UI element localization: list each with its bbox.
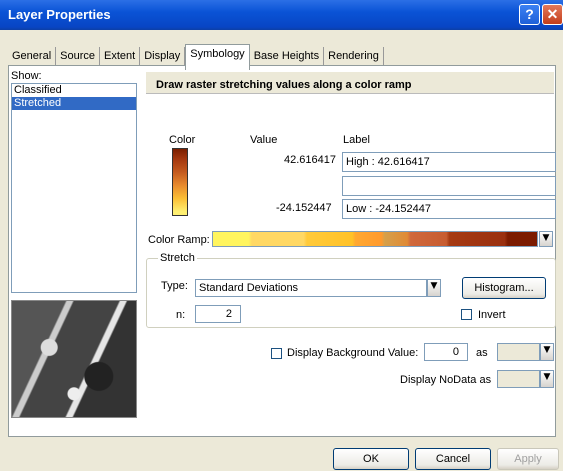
stretch-type-select[interactable]: Standard Deviations: [195, 279, 427, 297]
low-value: -24.152447: [276, 202, 332, 214]
histogram-button[interactable]: Histogram...: [462, 277, 546, 299]
background-color-select[interactable]: [497, 343, 540, 361]
apply-button: Apply: [497, 448, 559, 470]
chevron-down-icon: ▼: [543, 345, 551, 355]
value-column-header: Value: [250, 134, 278, 146]
chevron-down-icon: ▼: [543, 372, 551, 382]
stretch-type-dropdown-button[interactable]: ▼: [427, 279, 441, 297]
nodata-color-dropdown-button[interactable]: ▼: [540, 370, 554, 388]
show-label: Show:: [11, 70, 42, 82]
background-value-input[interactable]: 0: [424, 343, 468, 361]
help-button[interactable]: ?: [519, 4, 540, 25]
nodata-label: Display NoData as: [400, 374, 492, 386]
list-item-classified[interactable]: Classified: [12, 84, 136, 97]
window-title: Layer Properties: [8, 7, 111, 22]
background-value-checkbox[interactable]: [271, 348, 282, 359]
color-ramp-label: Color Ramp:: [148, 234, 210, 246]
tab-strip: General Source Extent Display Symbology …: [8, 44, 384, 70]
low-label-field[interactable]: Low : -24.152447: [342, 199, 556, 219]
ok-button[interactable]: OK: [333, 448, 409, 470]
stretch-group-label: Stretch: [158, 252, 197, 264]
raster-preview-image: [11, 300, 137, 418]
label-column-header: Label: [343, 134, 370, 146]
chevron-down-icon: ▼: [542, 233, 550, 243]
close-button[interactable]: ✕: [542, 4, 563, 25]
color-ramp-select[interactable]: [212, 231, 538, 247]
tab-symbology[interactable]: Symbology: [185, 44, 250, 70]
chevron-down-icon: ▼: [430, 281, 438, 291]
n-input[interactable]: 2: [195, 305, 241, 323]
background-color-dropdown-button[interactable]: ▼: [540, 343, 554, 361]
background-as-label: as: [476, 347, 488, 359]
invert-checkbox[interactable]: [461, 309, 472, 320]
high-label-field[interactable]: High : 42.616417: [342, 152, 556, 172]
color-ramp-dropdown-button[interactable]: ▼: [539, 231, 553, 247]
nodata-color-select[interactable]: [497, 370, 540, 388]
high-value: 42.616417: [284, 154, 336, 166]
close-icon: ✕: [546, 6, 559, 22]
middle-label-field[interactable]: [342, 176, 556, 196]
n-label: n:: [176, 309, 186, 321]
color-column-header: Color: [169, 134, 196, 146]
background-value-label: Display Background Value:: [287, 347, 419, 359]
description-text: Draw raster stretching values along a co…: [156, 79, 412, 91]
color-swatch[interactable]: [172, 148, 188, 216]
list-item-stretched[interactable]: Stretched: [12, 97, 136, 110]
question-icon: ?: [525, 6, 534, 22]
show-list[interactable]: Classified Stretched: [11, 83, 137, 293]
cancel-button[interactable]: Cancel: [415, 448, 491, 470]
invert-label: Invert: [478, 309, 506, 321]
stretch-type-label: Type:: [161, 280, 188, 292]
